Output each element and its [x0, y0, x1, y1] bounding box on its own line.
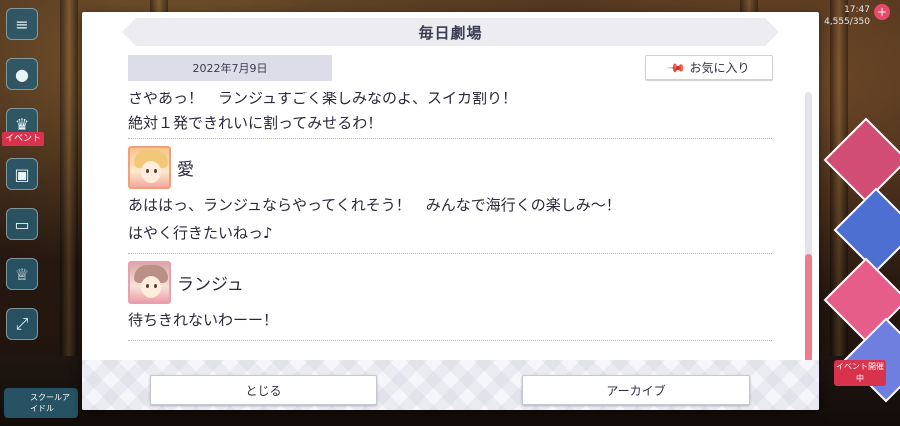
plus-icon[interactable]: + — [874, 4, 890, 20]
daily-theater-dialog: 毎日劇場 2022年7月9日 📌 お気に入り さやあっ！ ランジュすごく楽しみな… — [82, 12, 819, 410]
avatar — [128, 145, 171, 189]
favorite-button[interactable]: 📌 お気に入り — [645, 55, 773, 80]
list-item: 愛 あははっ、ランジュならやってくれそう！ みんなで海行くの楽しみ〜！ はやく行… — [128, 139, 772, 254]
scrollbar-thumb[interactable] — [805, 254, 812, 366]
list-item: さやあっ！ ランジュすごく楽しみなのよ、スイカ割り！ 絶対１発できれいに割ってみ… — [128, 92, 772, 139]
message-line: 待ちきれないわーー！ — [128, 311, 279, 329]
message-line: 絶対１発できれいに割ってみせるわ！ — [128, 114, 383, 132]
archive-button[interactable]: アーカイブ — [522, 375, 750, 405]
resource-stats: 17:47 4,555/350 — [824, 5, 870, 27]
message-list[interactable]: さやあっ！ ランジュすごく楽しみなのよ、スイカ割り！ 絶対１発できれいに割ってみ… — [128, 92, 772, 358]
event-tag: イベント — [2, 132, 44, 146]
speaker-row: 愛 — [128, 139, 772, 189]
pin-icon: 📌 — [665, 57, 687, 78]
fullscreen-icon[interactable]: ⤢ — [6, 308, 38, 340]
gift-icon[interactable]: ▣ — [6, 158, 38, 190]
school-idol-button[interactable]: スクールアイドル — [4, 388, 78, 418]
message-line: あははっ、ランジュならやってくれそう！ みんなで海行くの楽しみ〜！ — [128, 196, 621, 214]
favorite-label: お気に入り — [689, 61, 750, 75]
close-button[interactable]: とじる — [150, 375, 377, 405]
event-badge[interactable]: イベント開催中 — [834, 360, 886, 386]
list-item: ランジュ 待ちきれないわーー！ — [128, 254, 772, 341]
right-menu-tiles — [816, 60, 900, 403]
photo-icon[interactable]: ▭ — [6, 208, 38, 240]
dialog-title: 毎日劇場 — [418, 23, 483, 42]
speaker-name: 愛 — [177, 159, 194, 180]
dialog-header: 毎日劇場 — [122, 18, 779, 46]
avatar — [128, 260, 171, 304]
date-label: 2022年7月9日 — [128, 55, 332, 81]
hamburger-icon[interactable]: ≡ — [6, 8, 38, 40]
chat-icon[interactable]: ● — [6, 58, 38, 90]
speaker-name: ランジュ — [177, 274, 244, 295]
trophy-icon[interactable]: ♕ — [6, 258, 38, 290]
left-side-menu: ≡ ● ♛ ▣ ▭ ♕ ⤢ — [6, 8, 42, 358]
speaker-row: ランジュ — [128, 254, 772, 304]
tile-1[interactable] — [823, 117, 900, 203]
message-line: はやく行きたいねっ♪ — [128, 224, 273, 242]
